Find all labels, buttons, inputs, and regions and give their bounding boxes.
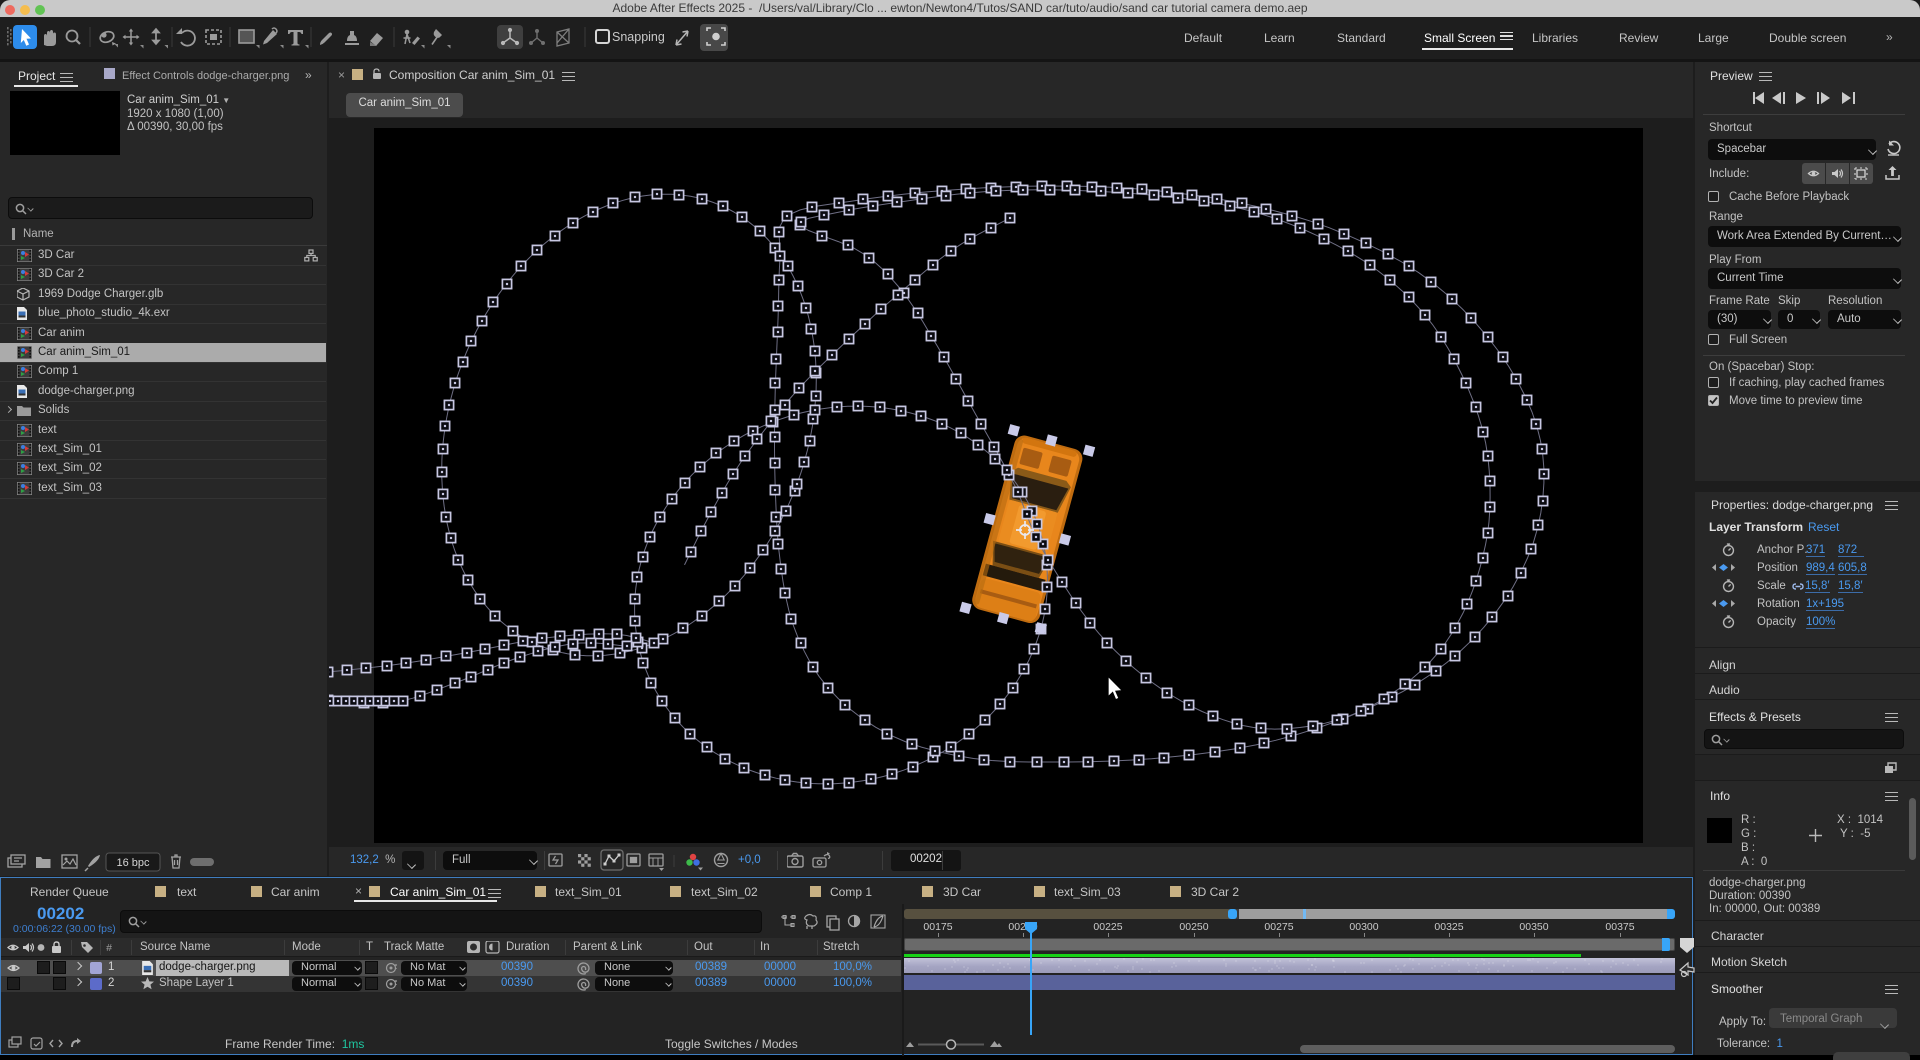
svg-text:16 bpc: 16 bpc — [116, 857, 150, 869]
